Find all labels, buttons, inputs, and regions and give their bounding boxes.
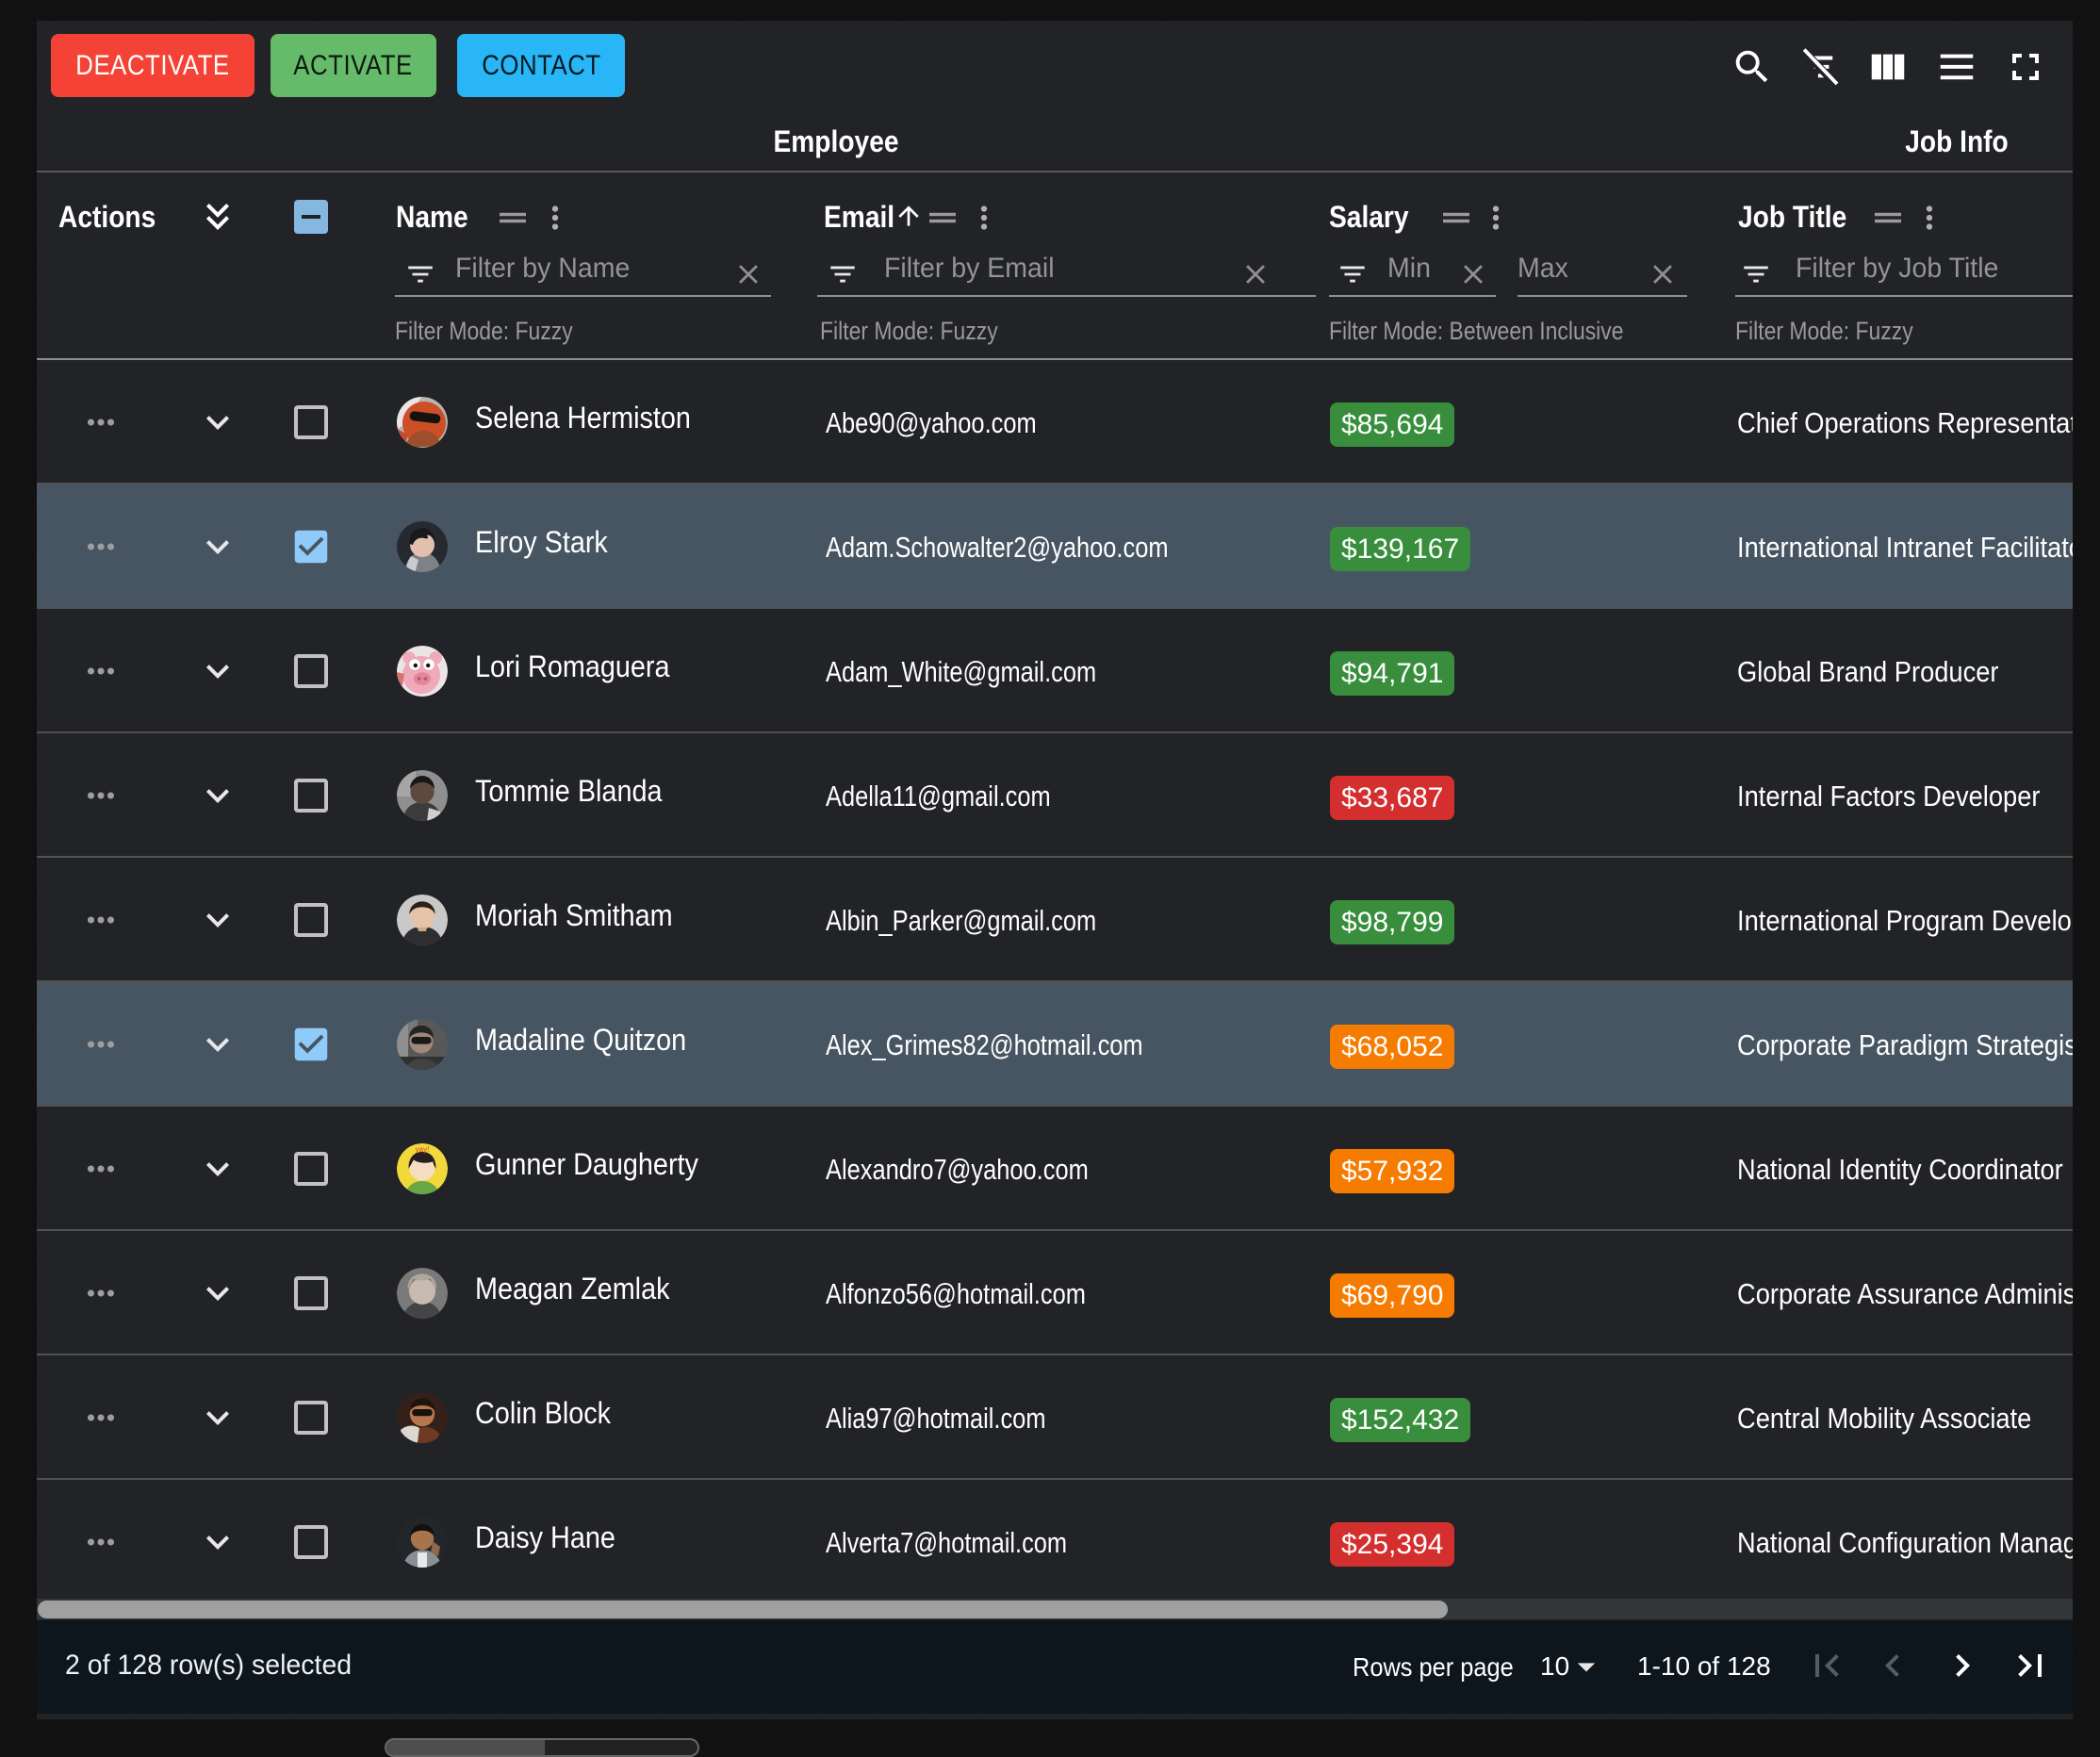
svg-text:yay!: yay! xyxy=(416,1145,430,1154)
